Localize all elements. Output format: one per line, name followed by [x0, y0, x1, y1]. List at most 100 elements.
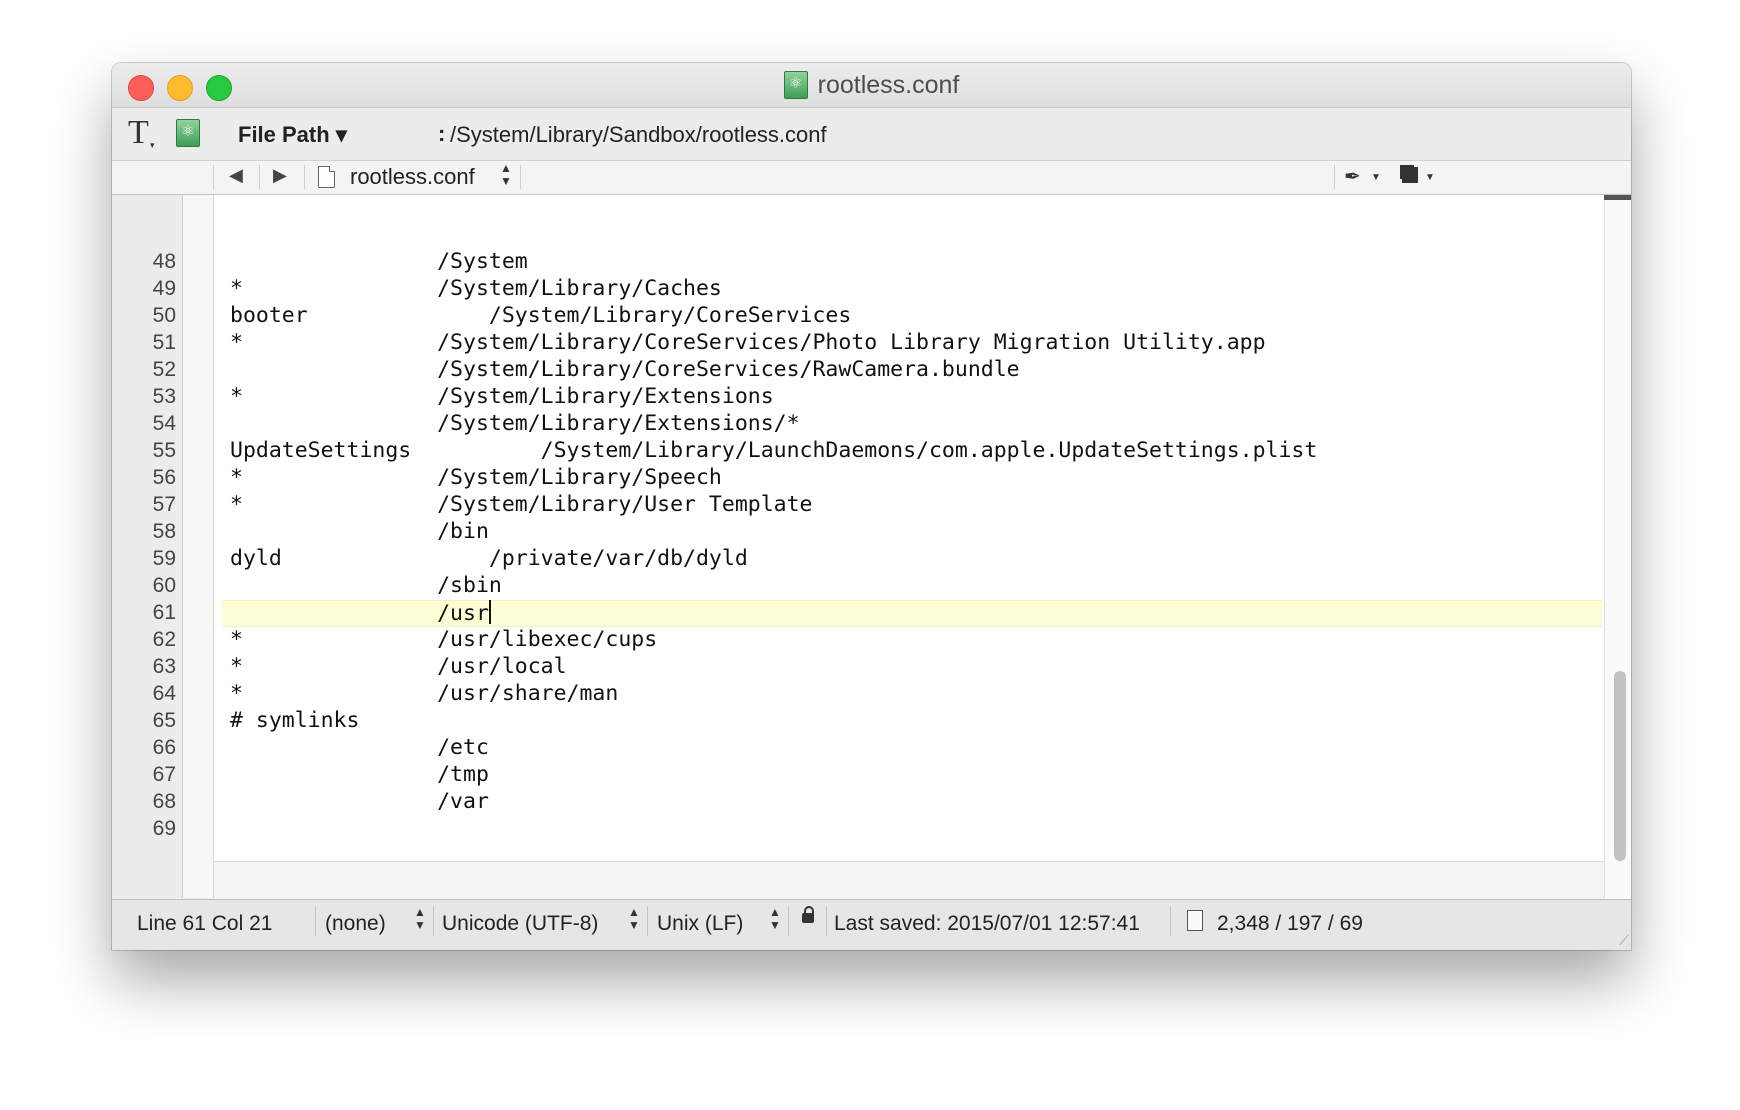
line-text[interactable]: * /System/Library/Speech — [230, 465, 722, 490]
up-down-arrows-icon[interactable]: ▲ ▼ — [628, 906, 640, 932]
code-line[interactable]: 68 /var — [112, 789, 1631, 816]
line-text[interactable]: * /System/Library/Caches — [230, 276, 722, 301]
documents-menu-caret-icon[interactable]: ▼ — [1425, 172, 1435, 183]
line-text[interactable]: * /usr/share/man — [230, 681, 618, 706]
resize-grip-icon[interactable]: ⟋ — [1619, 932, 1629, 949]
code-line[interactable]: 59 dyld /private/var/db/dyld — [112, 546, 1631, 573]
line-content: /etc — [230, 735, 489, 760]
line-text[interactable]: /System/Library/Extensions/* — [230, 411, 799, 436]
code-line[interactable]: 52 /System/Library/CoreServices/RawCamer… — [112, 357, 1631, 384]
split-bar[interactable] — [1604, 195, 1631, 200]
text-caret — [488, 600, 491, 624]
back-arrow-icon[interactable]: ◀ — [229, 165, 243, 186]
code-line[interactable]: 58 /bin — [112, 519, 1631, 546]
lock-icon[interactable] — [802, 906, 814, 923]
code-line[interactable]: 67 /tmp — [112, 762, 1631, 789]
documents-icon[interactable] — [1402, 167, 1418, 183]
horizontal-scroll-area[interactable] — [214, 861, 1604, 899]
up-down-arrows-icon[interactable]: ▲ ▼ — [414, 906, 426, 932]
line-number: 66 — [152, 736, 176, 759]
code-line[interactable]: 49 * /System/Library/Caches — [112, 276, 1631, 303]
line-text[interactable]: * /System/Library/User Template — [230, 492, 812, 517]
document-counts[interactable]: 2,348 / 197 / 69 — [1217, 912, 1363, 936]
text-options-caret-icon[interactable]: ▾ — [150, 140, 155, 151]
line-number: 48 — [152, 250, 176, 273]
code-line[interactable]: 61 /usr — [112, 600, 1631, 627]
language-selector[interactable]: (none) — [325, 912, 386, 936]
code-line[interactable]: 65 # symlinks — [112, 708, 1631, 735]
line-number: 61 — [152, 601, 176, 624]
line-number: 64 — [152, 682, 176, 705]
code-line[interactable]: 62 * /usr/libexec/cups — [112, 627, 1631, 654]
code-line[interactable]: 63 * /usr/local — [112, 654, 1631, 681]
line-content: # symlinks — [230, 708, 360, 733]
line-text[interactable]: UpdateSettings /System/Library/LaunchDae… — [230, 438, 1317, 463]
file-path-value: /System/Library/Sandbox/rootless.conf — [450, 122, 827, 147]
divider — [433, 906, 434, 936]
code-line[interactable]: 54 /System/Library/Extensions/* — [112, 411, 1631, 438]
divider — [520, 165, 521, 189]
line-content: UpdateSettings /System/Library/LaunchDae… — [230, 438, 1318, 463]
code-line[interactable]: 66 /etc — [112, 735, 1631, 762]
text-options-icon[interactable]: T — [128, 114, 149, 152]
line-number: 67 — [152, 763, 176, 786]
divider — [1334, 165, 1335, 189]
divider — [315, 906, 316, 936]
line-content: /var — [230, 789, 489, 814]
line-text[interactable]: dyld /private/var/db/dyld — [230, 546, 748, 571]
code-line[interactable]: 51 * /System/Library/CoreServices/Photo L… — [112, 330, 1631, 357]
cursor-position[interactable]: Line 61 Col 21 — [137, 912, 272, 936]
last-saved: Last saved: 2015/07/01 12:57:41 — [834, 912, 1140, 935]
window-title: rootless.conf — [112, 63, 1631, 107]
encoding-selector[interactable]: Unicode (UTF-8) — [442, 912, 598, 936]
line-text[interactable]: * /System/Library/CoreServices/Photo Lib… — [230, 330, 1266, 355]
markers-pen-icon[interactable]: ✒ — [1344, 164, 1361, 189]
line-text[interactable]: /sbin — [230, 573, 502, 598]
divider — [213, 165, 214, 189]
line-text[interactable]: * /usr/libexec/cups — [230, 627, 657, 652]
file-path-label: File Path — [238, 122, 330, 147]
document-info-icon[interactable] — [1187, 910, 1203, 931]
code-line[interactable]: 69 — [112, 816, 1631, 843]
line-text[interactable]: /System/Library/CoreServices/RawCamera.b… — [230, 357, 1020, 382]
line-text[interactable]: /System — [230, 249, 528, 274]
file-path-menu[interactable]: File Path ▾ — [238, 122, 347, 148]
forward-arrow-icon[interactable]: ▶ — [273, 165, 287, 186]
line-content: /System — [230, 249, 528, 274]
line-text[interactable]: booter /System/Library/CoreServices — [230, 303, 851, 328]
divider — [788, 906, 789, 936]
code-line[interactable]: 53 * /System/Library/Extensions — [112, 384, 1631, 411]
line-content: booter /System/Library/CoreServices — [230, 303, 852, 328]
line-number: 58 — [152, 520, 176, 543]
document-selector[interactable]: rootless.conf — [350, 164, 475, 190]
line-text[interactable]: /var — [230, 789, 489, 814]
code-line[interactable]: 64 * /usr/share/man — [112, 681, 1631, 708]
line-number: 51 — [152, 331, 176, 354]
code-line[interactable]: 48 /System — [112, 249, 1631, 276]
line-content: * /usr/share/man — [230, 681, 619, 706]
line-text[interactable]: /tmp — [230, 762, 489, 787]
line-content: * /System/Library/Caches — [230, 276, 722, 301]
code-line[interactable]: 56 * /System/Library/Speech — [112, 465, 1631, 492]
line-text[interactable]: # symlinks — [230, 708, 359, 733]
line-content: * /usr/local — [230, 654, 567, 679]
document-proxy-icon[interactable] — [783, 71, 808, 99]
up-down-arrows-icon[interactable]: ▲ ▼ — [500, 162, 512, 188]
line-text[interactable]: /etc — [230, 735, 489, 760]
line-number: 65 — [152, 709, 176, 732]
code-line[interactable]: 55 UpdateSettings /System/Library/LaunchD… — [112, 438, 1631, 465]
code-line[interactable]: 57 * /System/Library/User Template — [112, 492, 1631, 519]
line-text[interactable]: * /usr/local — [230, 654, 567, 679]
line-text[interactable]: /usr — [230, 600, 491, 626]
editor-window: rootless.conf T ▾ File Path ▾ : /System/… — [112, 63, 1631, 950]
file-icon[interactable] — [176, 119, 200, 147]
line-text[interactable]: * /System/Library/Extensions — [230, 384, 774, 409]
line-content: * /usr/libexec/cups — [230, 627, 658, 652]
markers-menu-caret-icon[interactable]: ▼ — [1371, 172, 1381, 183]
up-down-arrows-icon[interactable]: ▲ ▼ — [769, 906, 781, 932]
line-endings-selector[interactable]: Unix (LF) — [657, 912, 743, 936]
code-line[interactable]: 50 booter /System/Library/CoreServices — [112, 303, 1631, 330]
divider — [304, 165, 305, 189]
line-text[interactable]: /bin — [230, 519, 489, 544]
code-line[interactable]: 60 /sbin — [112, 573, 1631, 600]
